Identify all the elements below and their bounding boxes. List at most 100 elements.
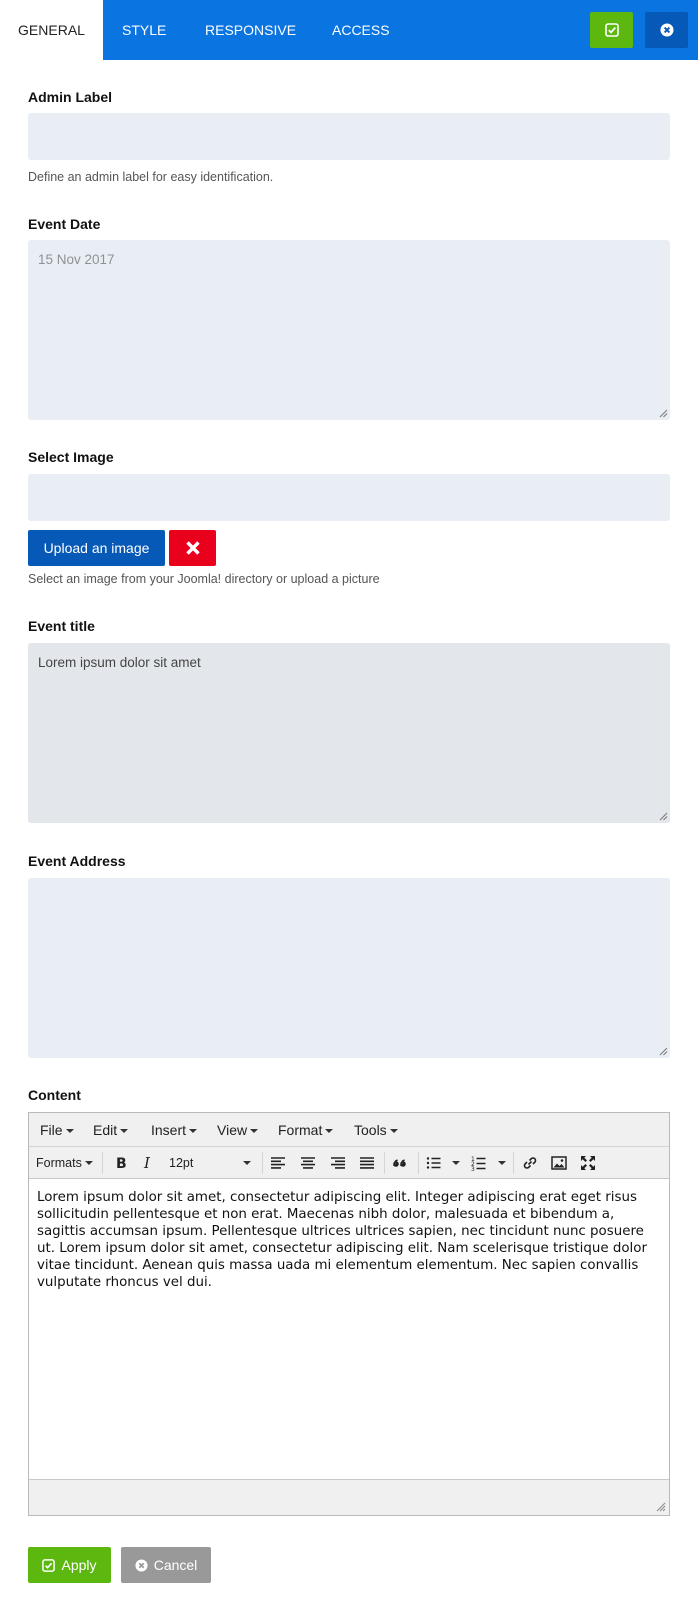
caret-down-icon xyxy=(452,1161,460,1165)
caret-down-icon xyxy=(84,1161,93,1165)
menu-edit-label: Edit xyxy=(93,1122,118,1138)
tab-style[interactable]: STYLE xyxy=(122,0,166,60)
select-image-input[interactable] xyxy=(28,474,670,521)
close-button[interactable] xyxy=(645,12,688,48)
menu-format-label: Format xyxy=(278,1122,323,1138)
align-right-button[interactable] xyxy=(329,1154,347,1172)
resize-handle-icon[interactable] xyxy=(659,1047,668,1056)
editor-toolbar: Formats B I 12pt 1 2 3 xyxy=(29,1147,669,1179)
align-left-icon xyxy=(271,1157,285,1169)
event-address-textarea[interactable] xyxy=(28,878,670,1058)
toolbar-divider xyxy=(102,1152,103,1174)
bullet-list-options[interactable] xyxy=(449,1154,460,1172)
admin-label-help: Define an admin label for easy identific… xyxy=(28,170,274,184)
align-center-icon xyxy=(301,1157,315,1169)
menu-insert[interactable]: Insert xyxy=(151,1122,198,1138)
admin-label-title: Admin Label xyxy=(28,89,113,105)
tab-access[interactable]: ACCESS xyxy=(332,0,390,60)
content-title: Content xyxy=(28,1087,81,1103)
toolbar-divider xyxy=(513,1152,514,1174)
caret-down-icon xyxy=(189,1129,198,1134)
menu-view-label: View xyxy=(217,1122,248,1138)
quote-icon xyxy=(393,1159,406,1167)
menu-file[interactable]: File xyxy=(40,1122,74,1138)
event-address-title: Event Address xyxy=(28,853,126,869)
toolbar-divider xyxy=(418,1152,419,1174)
event-title-textarea[interactable]: Lorem ipsum dolor sit amet xyxy=(28,643,670,823)
caret-down-icon xyxy=(325,1129,334,1134)
menu-format[interactable]: Format xyxy=(278,1122,334,1138)
fullscreen-icon xyxy=(581,1156,595,1170)
bold-button[interactable]: B xyxy=(111,1154,129,1172)
event-date-title: Event Date xyxy=(28,216,101,232)
italic-button[interactable]: I xyxy=(139,1154,157,1172)
toolbar-divider xyxy=(384,1152,385,1174)
event-title-value: Lorem ipsum dolor sit amet xyxy=(38,655,201,670)
upload-image-button[interactable]: Upload an image xyxy=(28,530,165,566)
bold-icon: B xyxy=(116,1156,127,1172)
numbered-list-options[interactable] xyxy=(495,1154,506,1172)
caret-down-icon xyxy=(389,1129,398,1134)
align-justify-button[interactable] xyxy=(358,1154,376,1172)
font-size-dropdown[interactable]: 12pt xyxy=(169,1154,255,1172)
align-left-button[interactable] xyxy=(269,1154,287,1172)
menu-file-label: File xyxy=(40,1122,63,1138)
resize-handle-icon[interactable] xyxy=(656,1502,666,1512)
numbered-list-icon: 123 xyxy=(471,1156,486,1172)
font-size-value: 12pt xyxy=(169,1156,194,1170)
event-date-textarea[interactable]: 15 Nov 2017 xyxy=(28,240,670,420)
bullet-list-icon xyxy=(426,1157,441,1169)
cancel-button[interactable]: Cancel xyxy=(121,1547,211,1583)
x-icon xyxy=(185,541,200,555)
resize-handle-icon[interactable] xyxy=(659,409,668,418)
svg-text:3: 3 xyxy=(471,1166,475,1172)
link-icon xyxy=(523,1157,537,1169)
select-image-title: Select Image xyxy=(28,449,114,465)
toolbar-divider xyxy=(262,1152,263,1174)
caret-down-icon xyxy=(120,1129,129,1134)
formats-label: Formats xyxy=(36,1156,82,1170)
menu-tools-label: Tools xyxy=(354,1122,387,1138)
caret-down-icon xyxy=(250,1129,259,1134)
fullscreen-button[interactable] xyxy=(579,1154,597,1172)
admin-label-input[interactable] xyxy=(28,113,670,160)
insert-image-button[interactable] xyxy=(550,1154,568,1172)
tab-general[interactable]: GENERAL xyxy=(0,0,103,60)
menu-tools[interactable]: Tools xyxy=(354,1122,398,1138)
editor-content[interactable]: Lorem ipsum dolor sit amet, consectetur … xyxy=(37,1189,663,1291)
caret-down-icon xyxy=(65,1129,74,1134)
numbered-list-button[interactable]: 123 xyxy=(470,1154,488,1172)
top-bar: GENERAL STYLE RESPONSIVE ACCESS xyxy=(0,0,698,60)
caret-down-icon xyxy=(243,1161,251,1165)
menu-edit[interactable]: Edit xyxy=(93,1122,129,1138)
align-justify-icon xyxy=(360,1157,374,1169)
cancel-label: Cancel xyxy=(153,1557,198,1573)
apply-label: Apply xyxy=(61,1557,97,1573)
align-center-button[interactable] xyxy=(299,1154,317,1172)
times-circle-icon xyxy=(135,1558,148,1572)
italic-icon: I xyxy=(143,1154,151,1172)
tab-responsive[interactable]: RESPONSIVE xyxy=(205,0,296,60)
svg-text:B: B xyxy=(116,1156,127,1172)
apply-button[interactable]: Apply xyxy=(28,1547,111,1583)
remove-image-button[interactable] xyxy=(169,530,216,566)
editor-menubar: File Edit Insert View Format Tools xyxy=(29,1113,669,1147)
check-square-icon xyxy=(604,23,619,37)
menu-view[interactable]: View xyxy=(217,1122,259,1138)
formats-dropdown[interactable]: Formats xyxy=(36,1154,93,1172)
resize-handle-icon[interactable] xyxy=(659,812,668,821)
times-circle-icon xyxy=(660,23,673,37)
caret-down-icon xyxy=(498,1161,506,1165)
align-right-icon xyxy=(331,1157,345,1169)
bullet-list-button[interactable] xyxy=(425,1154,443,1172)
menu-insert-label: Insert xyxy=(151,1122,187,1138)
save-button[interactable] xyxy=(590,12,633,48)
image-icon xyxy=(551,1156,567,1170)
rich-text-editor: File Edit Insert View Format Tools Forma… xyxy=(28,1112,670,1516)
editor-statusbar xyxy=(29,1479,669,1515)
event-date-placeholder: 15 Nov 2017 xyxy=(38,252,115,267)
select-image-help: Select an image from your Joomla! direct… xyxy=(28,572,380,586)
insert-link-button[interactable] xyxy=(521,1154,539,1172)
check-square-icon xyxy=(42,1558,56,1572)
blockquote-button[interactable] xyxy=(391,1154,409,1172)
